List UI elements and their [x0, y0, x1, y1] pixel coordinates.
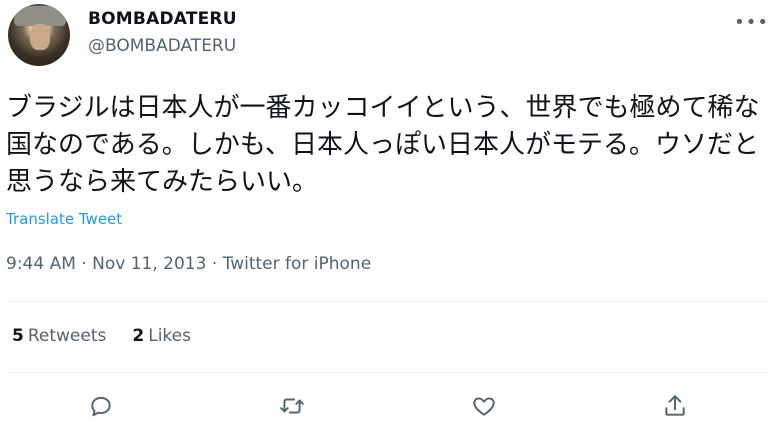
- tweet-source[interactable]: Twitter for iPhone: [223, 254, 372, 274]
- likes-label: Likes: [148, 326, 191, 346]
- retweet-icon: [280, 398, 304, 414]
- like-button[interactable]: [464, 386, 504, 426]
- reply-icon: [91, 396, 111, 417]
- share-icon: [665, 395, 685, 416]
- translate-tweet-link[interactable]: Translate Tweet: [6, 210, 122, 228]
- heart-icon: [473, 397, 495, 416]
- reply-button[interactable]: [81, 386, 121, 426]
- divider: [6, 372, 769, 373]
- avatar-face: [30, 24, 50, 50]
- more-horizontal-icon[interactable]: •••: [734, 12, 769, 33]
- tweet-time[interactable]: 9:44 AM: [6, 254, 76, 274]
- meta-separator: ·: [81, 254, 87, 274]
- divider: [6, 301, 769, 302]
- retweet-button[interactable]: [272, 386, 312, 426]
- tweet-date[interactable]: Nov 11, 2013: [92, 254, 206, 274]
- tweet-meta: 9:44 AM · Nov 11, 2013 · Twitter for iPh…: [6, 254, 371, 274]
- display-name[interactable]: BOMBADATERU: [88, 9, 237, 29]
- retweets-count: 5: [12, 326, 24, 346]
- retweets-stat[interactable]: 5 Retweets: [12, 326, 106, 346]
- meta-separator: ·: [211, 254, 218, 274]
- tweet-stats: 5 Retweets 2 Likes: [12, 326, 191, 346]
- avatar[interactable]: [8, 4, 70, 66]
- likes-stat[interactable]: 2 Likes: [132, 326, 191, 346]
- avatar-hat: [14, 6, 66, 26]
- tweet-text: ブラジルは日本人が一番カッコイイという、世界でも極めて稀な国なのである。しかも、…: [6, 93, 760, 197]
- user-handle[interactable]: @BOMBADATERU: [88, 36, 236, 56]
- retweets-label: Retweets: [27, 326, 107, 346]
- likes-count: 2: [132, 326, 145, 346]
- tweet-actions: [0, 386, 783, 426]
- share-button[interactable]: [655, 386, 695, 426]
